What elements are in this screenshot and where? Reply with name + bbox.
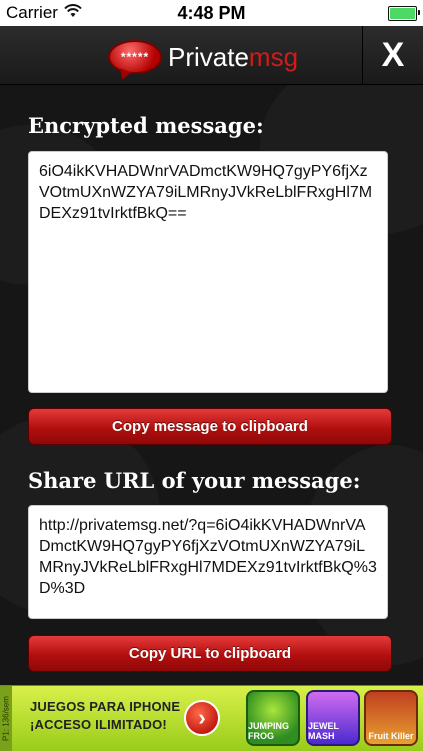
status-bar: Carrier 4:48 PM xyxy=(0,0,423,26)
ad-game-thumbnail: JUMPING FROG xyxy=(246,690,300,746)
battery-icon xyxy=(388,5,420,21)
app-logo: ***** Privatemsg xyxy=(108,40,298,74)
encrypted-message-textarea[interactable]: 6iO4ikKVHADWnrVADmctKW9HQ7gyPY6fjXzVOtmU… xyxy=(28,151,388,393)
ad-text: JUEGOS PARA IPHONE ¡ACCESO ILIMITADO! xyxy=(30,698,180,734)
copy-url-button[interactable]: Copy URL to clipboard xyxy=(28,635,392,672)
ad-arrow-icon[interactable]: › xyxy=(184,700,220,736)
logo-bubble-icon: ***** xyxy=(108,40,162,74)
logo-text-main: Private xyxy=(168,41,249,72)
ad-side-label: P1: 136/sem xyxy=(0,686,12,751)
status-time: 4:48 PM xyxy=(177,3,246,23)
main-content: Encrypted message: 6iO4ikKVHADWnrVADmctK… xyxy=(0,85,423,685)
nav-bar: ***** Privatemsg X xyxy=(0,26,423,85)
logo-text: Privatemsg xyxy=(168,42,298,73)
logo-text-accent: msg xyxy=(248,41,299,72)
copy-message-button[interactable]: Copy message to clipboard xyxy=(28,408,392,445)
ad-game-thumbnail: JEWEL MASH xyxy=(306,690,360,746)
close-icon: X xyxy=(381,35,405,74)
ad-line-1: JUEGOS PARA IPHONE xyxy=(30,699,181,714)
ad-line-2: ¡ACCESO ILIMITADO! xyxy=(30,717,167,732)
encrypted-message-title: Encrypted message: xyxy=(28,113,264,138)
share-url-textarea[interactable]: http://privatemsg.net/?q=6iO4ikKVHADWnrV… xyxy=(28,505,388,619)
ad-game-thumbnail: Fruit Killer xyxy=(364,690,418,746)
share-url-title: Share URL of your message: xyxy=(28,468,361,493)
close-button[interactable]: X xyxy=(362,26,423,84)
ad-banner[interactable]: P1: 136/sem JUEGOS PARA IPHONE ¡ACCESO I… xyxy=(0,685,423,751)
